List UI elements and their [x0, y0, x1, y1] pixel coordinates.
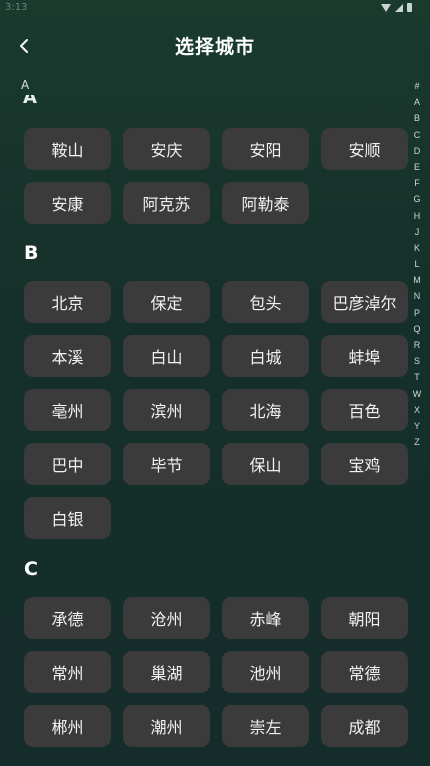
- index-letter[interactable]: E: [414, 159, 420, 175]
- index-letter[interactable]: M: [413, 272, 421, 288]
- index-letter[interactable]: D: [414, 143, 421, 159]
- index-letter[interactable]: F: [414, 175, 420, 191]
- city-chip[interactable]: 白银: [24, 497, 111, 539]
- wifi-icon: [381, 3, 391, 12]
- city-chip[interactable]: 保定: [123, 281, 210, 323]
- city-chip[interactable]: 沧州: [123, 597, 210, 639]
- index-letter[interactable]: X: [414, 402, 420, 418]
- city-chip[interactable]: 安庆: [123, 128, 210, 170]
- city-grid-c: 承德 沧州 赤峰 朝阳 常州 巢湖 池州 常德 郴州 潮州 崇左 成都: [0, 597, 408, 747]
- sticky-section-letter: A: [21, 78, 30, 92]
- city-chip[interactable]: 崇左: [222, 705, 309, 747]
- city-chip[interactable]: 承德: [24, 597, 111, 639]
- city-picker-screen: 3:13 选择城市 A A 鞍山 安庆 安阳 安顺 安康 阿克苏 阿勒泰 B 北…: [0, 0, 430, 766]
- index-letter[interactable]: K: [414, 240, 420, 256]
- city-chip[interactable]: 毕节: [123, 443, 210, 485]
- city-chip[interactable]: 蚌埠: [321, 335, 408, 377]
- index-letter[interactable]: #: [414, 78, 419, 94]
- city-chip[interactable]: 巴彦淖尔: [321, 281, 408, 323]
- city-chip[interactable]: 郴州: [24, 705, 111, 747]
- signal-icon: [395, 3, 403, 12]
- battery-icon: [407, 3, 412, 12]
- city-chip[interactable]: 宝鸡: [321, 443, 408, 485]
- index-letter[interactable]: Q: [413, 321, 420, 337]
- city-chip[interactable]: 常州: [24, 651, 111, 693]
- section-c: C 承德 沧州 赤峰 朝阳 常州 巢湖 池州 常德 郴州 潮州 崇左 成都: [0, 554, 408, 747]
- city-chip[interactable]: 阿勒泰: [222, 182, 309, 224]
- section-title-b: B: [24, 242, 39, 264]
- index-letter[interactable]: Y: [414, 418, 420, 434]
- status-bar: 3:13: [0, 0, 430, 18]
- city-chip[interactable]: 鞍山: [24, 128, 111, 170]
- city-chip[interactable]: 朝阳: [321, 597, 408, 639]
- status-time: 3:13: [5, 2, 28, 13]
- status-icons: [381, 3, 412, 12]
- section-b: B 北京 保定 包头 巴彦淖尔 本溪 白山 白城 蚌埠 亳州 滨州 北海 百色 …: [0, 238, 408, 539]
- city-chip[interactable]: 阿克苏: [123, 182, 210, 224]
- city-chip[interactable]: 巢湖: [123, 651, 210, 693]
- index-letter[interactable]: Z: [414, 434, 420, 450]
- city-chip[interactable]: 潮州: [123, 705, 210, 747]
- index-letter[interactable]: J: [415, 224, 420, 240]
- city-grid-a: 鞍山 安庆 安阳 安顺 安康 阿克苏 阿勒泰: [0, 128, 408, 224]
- city-chip[interactable]: 北海: [222, 389, 309, 431]
- city-chip[interactable]: 安康: [24, 182, 111, 224]
- index-letter[interactable]: B: [414, 110, 420, 126]
- city-chip[interactable]: 池州: [222, 651, 309, 693]
- section-title-c: C: [24, 558, 38, 580]
- city-grid-b: 北京 保定 包头 巴彦淖尔 本溪 白山 白城 蚌埠 亳州 滨州 北海 百色 巴中…: [0, 281, 408, 539]
- index-letter[interactable]: R: [414, 337, 421, 353]
- city-chip[interactable]: 百色: [321, 389, 408, 431]
- index-letter[interactable]: H: [414, 208, 421, 224]
- city-chip[interactable]: 常德: [321, 651, 408, 693]
- section-a: 鞍山 安庆 安阳 安顺 安康 阿克苏 阿勒泰: [0, 128, 408, 224]
- city-chip[interactable]: 本溪: [24, 335, 111, 377]
- city-chip[interactable]: 包头: [222, 281, 309, 323]
- city-chip[interactable]: 安顺: [321, 128, 408, 170]
- city-chip[interactable]: 成都: [321, 705, 408, 747]
- city-chip[interactable]: 白山: [123, 335, 210, 377]
- index-letter[interactable]: C: [414, 127, 421, 143]
- city-chip[interactable]: 安阳: [222, 128, 309, 170]
- index-letter[interactable]: W: [413, 386, 422, 402]
- index-letter[interactable]: S: [414, 353, 420, 369]
- index-letter[interactable]: A: [414, 94, 420, 110]
- index-letter[interactable]: T: [414, 369, 420, 385]
- city-chip[interactable]: 白城: [222, 335, 309, 377]
- page-title: 选择城市: [174, 36, 255, 58]
- index-letter[interactable]: L: [414, 256, 419, 272]
- city-chip[interactable]: 赤峰: [222, 597, 309, 639]
- city-chip[interactable]: 保山: [222, 443, 309, 485]
- index-letter[interactable]: P: [414, 305, 420, 321]
- section-title-peek: A: [23, 95, 37, 106]
- header: 选择城市: [0, 28, 430, 64]
- city-chip[interactable]: 北京: [24, 281, 111, 323]
- city-chip[interactable]: 滨州: [123, 389, 210, 431]
- alphabet-index[interactable]: # A B C D E F G H J K L M N P Q R S T W …: [411, 78, 423, 450]
- city-chip[interactable]: 巴中: [24, 443, 111, 485]
- city-chip[interactable]: 亳州: [24, 389, 111, 431]
- index-letter[interactable]: N: [414, 288, 421, 304]
- index-letter[interactable]: G: [413, 191, 420, 207]
